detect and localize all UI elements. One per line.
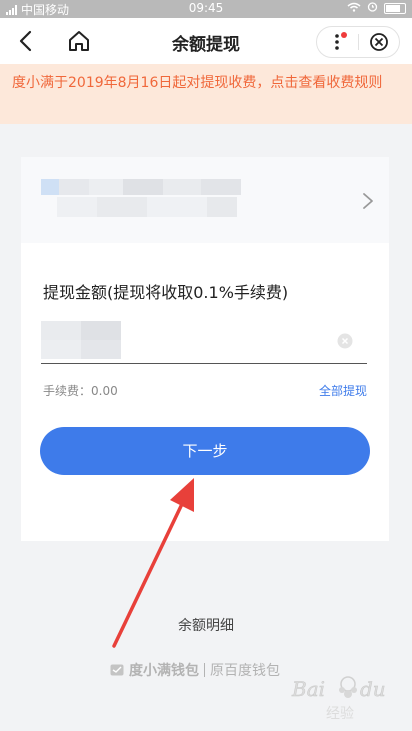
notification-dot — [341, 32, 347, 38]
amount-label: 提现金额(提现将收取0.1%手续费) — [43, 283, 289, 302]
battery-icon — [384, 2, 406, 14]
account-number-blurred — [57, 197, 257, 217]
home-icon — [69, 31, 89, 51]
wifi-icon — [347, 1, 361, 15]
fee-text: 手续费：0.00 — [43, 384, 118, 398]
more-button[interactable] — [317, 27, 357, 57]
back-icon — [19, 30, 32, 52]
wallet-icon — [110, 664, 124, 676]
former-brand-name: 原百度钱包 — [210, 663, 280, 679]
amount-input[interactable] — [41, 317, 367, 364]
withdraw-all-link[interactable]: 全部提现 — [319, 382, 367, 399]
account-name-blurred — [41, 179, 241, 195]
baidu-jingyan-watermark: Bai du 经验 — [291, 676, 386, 722]
brand-divider — [204, 663, 205, 677]
more-icon — [335, 34, 339, 50]
bank-account-selector[interactable] — [21, 157, 389, 243]
svg-text:经验: 经验 — [326, 706, 354, 722]
svg-text:du: du — [360, 677, 386, 701]
home-button[interactable] — [66, 28, 92, 54]
back-button[interactable] — [14, 28, 40, 54]
status-bar: 中国移动 09:45 — [0, 0, 412, 18]
close-button[interactable] — [359, 27, 399, 57]
chevron-right-icon — [363, 193, 373, 209]
close-circle-icon — [370, 33, 388, 51]
nav-bar: 余额提现 — [0, 18, 412, 64]
menu-capsule — [316, 26, 400, 58]
alarm-icon — [367, 1, 378, 15]
fee-notice-banner[interactable]: 度小满于2019年8月16日起对提现收费，点击查看收费规则 — [0, 64, 412, 124]
next-step-button[interactable]: 下一步 — [40, 427, 370, 475]
brand-name: 度小满钱包 — [129, 663, 199, 679]
amount-value-blurred — [41, 321, 121, 359]
clear-icon[interactable] — [337, 333, 353, 349]
footer-brand: 度小满钱包 原百度钱包 — [110, 660, 280, 680]
balance-detail-link[interactable]: 余额明细 — [0, 615, 412, 635]
svg-text:Bai: Bai — [291, 677, 325, 701]
